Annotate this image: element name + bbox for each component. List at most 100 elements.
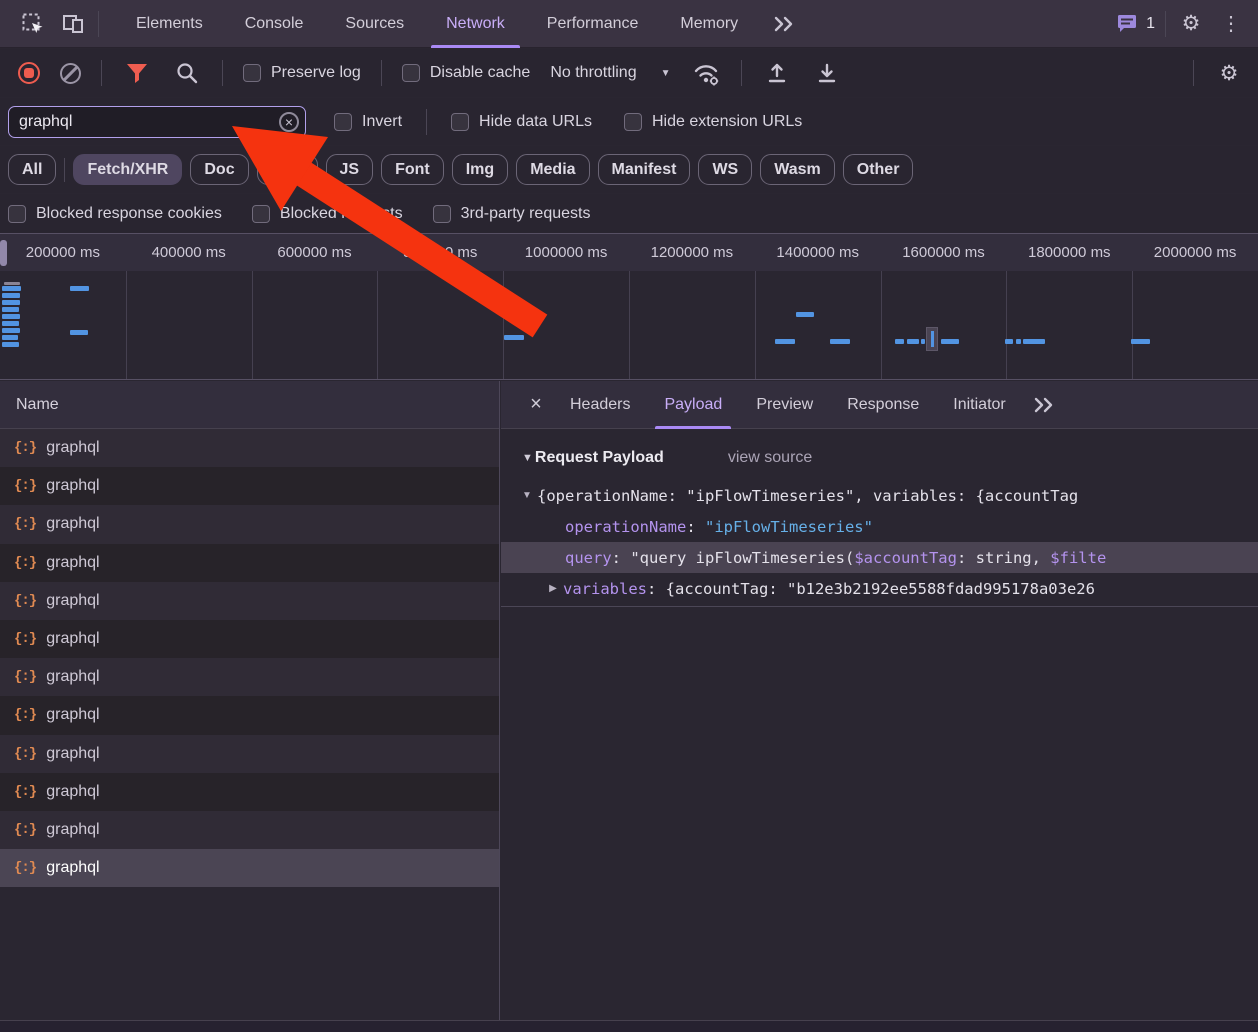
waterfall-bar <box>941 339 959 344</box>
details-tab-preview[interactable]: Preview <box>739 381 830 429</box>
chip-ws[interactable]: WS <box>698 154 752 185</box>
request-name: graphql <box>46 706 99 724</box>
query-segment: "query ipFlowTimeseries( <box>630 549 854 567</box>
settings-gear-icon[interactable]: ⚙ <box>1176 9 1206 39</box>
close-details-icon[interactable]: × <box>519 381 553 429</box>
chip-other[interactable]: Other <box>843 154 914 185</box>
hide-extension-urls-checkbox[interactable]: Hide extension URLs <box>624 113 802 131</box>
window-bottom-edge <box>0 1021 1258 1032</box>
divider <box>1165 11 1166 37</box>
request-list-panel: Name {:}graphql{:}graphql{:}graphql{:}gr… <box>0 381 500 1032</box>
request-row[interactable]: {:}graphql <box>0 620 499 658</box>
request-row[interactable]: {:}graphql <box>0 735 499 773</box>
request-name: graphql <box>46 745 99 763</box>
tab-network[interactable]: Network <box>425 0 526 48</box>
tab-console[interactable]: Console <box>224 0 325 48</box>
filter-funnel-icon[interactable] <box>122 58 152 88</box>
kebab-menu-icon[interactable]: ⋮ <box>1216 9 1246 39</box>
tab-elements[interactable]: Elements <box>115 0 224 48</box>
issues-counter[interactable]: 1 <box>1116 14 1155 34</box>
timeline-tick-label: 600000 ms <box>252 234 378 271</box>
xhr-json-icon: {:} <box>14 555 36 571</box>
waterfall-bar <box>2 300 20 305</box>
waterfall-bar <box>504 335 524 340</box>
checkbox-box <box>8 205 26 223</box>
request-payload-section-header[interactable]: ▼ Request Payload view source <box>522 442 1258 474</box>
chip-img[interactable]: Img <box>452 154 508 185</box>
name-column-header[interactable]: Name <box>0 381 499 429</box>
export-har-icon[interactable] <box>812 58 842 88</box>
search-icon[interactable] <box>172 58 202 88</box>
payload-value: {accountTag: "b12e3b2192ee5588fdad995178… <box>666 580 1095 598</box>
query-segment: $accountTag <box>854 549 957 567</box>
checkbox-3rd-party-requests[interactable]: 3rd-party requests <box>433 205 591 223</box>
request-row[interactable]: {:}graphql <box>0 544 499 582</box>
clear-network-log-button[interactable] <box>60 63 81 84</box>
tab-performance[interactable]: Performance <box>526 0 660 48</box>
chip-fetch-xhr[interactable]: Fetch/XHR <box>73 154 182 185</box>
checkbox-box <box>334 113 352 131</box>
device-toolbar-icon[interactable] <box>58 9 88 39</box>
chip-manifest[interactable]: Manifest <box>598 154 691 185</box>
request-row[interactable]: {:}graphql <box>0 429 499 467</box>
network-conditions-icon[interactable] <box>691 58 721 88</box>
details-tab-headers[interactable]: Headers <box>553 381 647 429</box>
request-row[interactable]: {:} graphql <box>0 849 499 887</box>
tab-sources[interactable]: Sources <box>324 0 425 48</box>
request-row[interactable]: {:}graphql <box>0 696 499 734</box>
throttling-select[interactable]: No throttling ▼ <box>550 64 670 82</box>
chip-js[interactable]: JS <box>326 154 374 185</box>
divider <box>98 11 99 37</box>
request-row[interactable]: {:}graphql <box>0 811 499 849</box>
record-network-log-button[interactable] <box>18 62 40 84</box>
chip-doc[interactable]: Doc <box>190 154 248 185</box>
request-row[interactable]: {:}graphql <box>0 773 499 811</box>
xhr-json-icon: {:} <box>14 860 36 876</box>
checkbox-blocked-response-cookies[interactable]: Blocked response cookies <box>8 205 222 223</box>
clear-filter-icon[interactable]: × <box>279 112 299 132</box>
request-name: graphql <box>46 515 99 533</box>
selected-request-marker <box>926 327 938 351</box>
xhr-json-icon: {:} <box>14 516 36 532</box>
preserve-log-checkbox[interactable]: Preserve log <box>243 64 361 82</box>
inspect-element-icon[interactable] <box>18 9 48 39</box>
request-row[interactable]: {:}graphql <box>0 467 499 505</box>
checkbox-box <box>402 64 420 82</box>
details-tab-payload[interactable]: Payload <box>647 381 739 429</box>
variables-row[interactable]: ▶ variables: {accountTag: "b12e3b2192ee5… <box>501 573 1258 604</box>
waterfall-bar-gray <box>4 282 20 285</box>
waterfall-bar <box>921 339 925 344</box>
import-har-icon[interactable] <box>762 58 792 88</box>
details-tab-initiator[interactable]: Initiator <box>936 381 1022 429</box>
hide-data-urls-checkbox[interactable]: Hide data URLs <box>451 113 592 131</box>
operation-name-row[interactable]: operationName: "ipFlowTimeseries" <box>501 511 1258 542</box>
chip-all[interactable]: All <box>8 154 56 185</box>
more-detail-tabs-chevron-icon[interactable] <box>1029 390 1059 420</box>
chip-font[interactable]: Font <box>381 154 444 185</box>
chip-wasm[interactable]: Wasm <box>760 154 835 185</box>
divider <box>222 60 223 86</box>
request-row[interactable]: {:}graphql <box>0 582 499 620</box>
network-settings-gear-icon[interactable]: ⚙ <box>1214 58 1244 88</box>
timeline-scrubber-handle[interactable] <box>0 240 7 266</box>
request-row[interactable]: {:} graphql <box>0 505 499 543</box>
waterfall-bar <box>895 339 904 344</box>
request-row[interactable]: {:}graphql <box>0 658 499 696</box>
details-tab-response[interactable]: Response <box>830 381 936 429</box>
payload-preview-row[interactable]: ▼ {operationName: "ipFlowTimeseries", va… <box>501 480 1258 511</box>
timeline-tick-label: 1000000 ms <box>503 234 629 271</box>
invert-checkbox[interactable]: Invert <box>334 113 402 131</box>
view-source-link[interactable]: view source <box>728 449 812 467</box>
timeline-tick-label: 400000 ms <box>126 234 252 271</box>
disable-cache-checkbox[interactable]: Disable cache <box>402 64 531 82</box>
tab-memory[interactable]: Memory <box>659 0 759 48</box>
chip-media[interactable]: Media <box>516 154 589 185</box>
chip-css[interactable]: CSS <box>257 154 318 185</box>
more-tabs-chevron-icon[interactable] <box>769 9 799 39</box>
request-name: graphql <box>46 859 99 877</box>
network-overview-timeline[interactable]: 200000 ms400000 ms600000 ms800000 ms1000… <box>0 233 1258 380</box>
query-row[interactable]: query: "query ipFlowTimeseries($accountT… <box>501 542 1258 573</box>
payload-key: operationName <box>565 518 686 536</box>
checkbox-blocked-requests[interactable]: Blocked requests <box>252 205 403 223</box>
filter-input[interactable] <box>8 106 306 138</box>
